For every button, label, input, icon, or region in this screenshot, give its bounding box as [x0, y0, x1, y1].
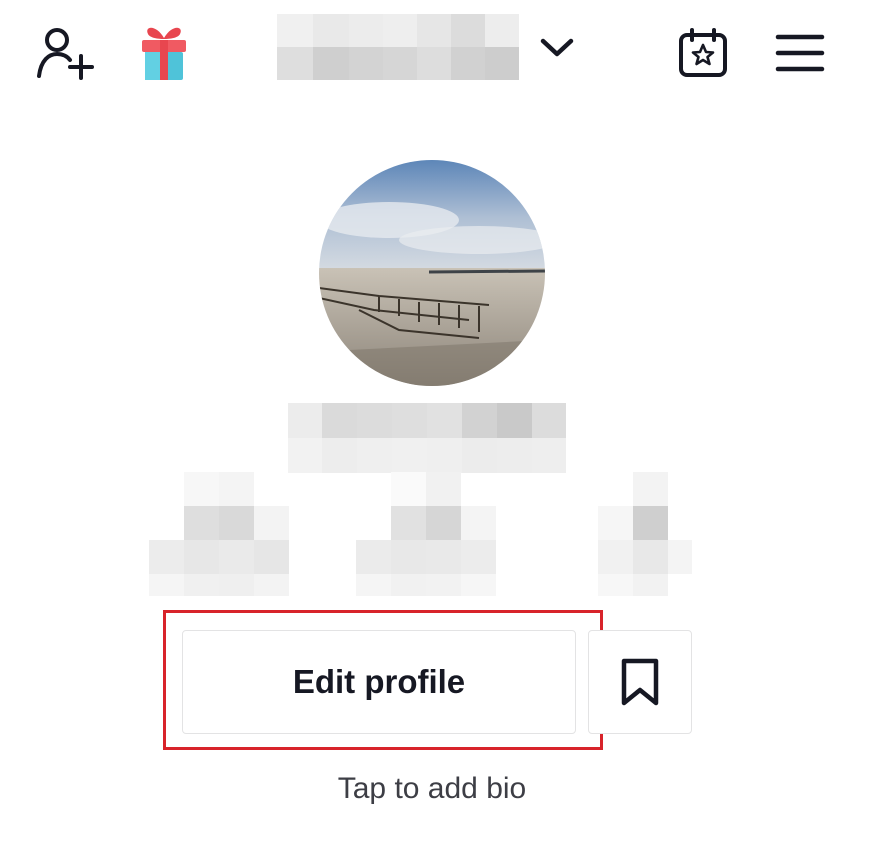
avatar[interactable]	[319, 160, 545, 386]
stat-following[interactable]	[149, 472, 291, 596]
avatar-photo	[319, 160, 545, 386]
display-name	[288, 403, 566, 473]
stat-likes[interactable]	[598, 472, 692, 596]
calendar-star-icon	[679, 28, 727, 77]
add-bio-prompt[interactable]: Tap to add bio	[0, 772, 864, 806]
add-user-icon	[37, 28, 94, 80]
events-calendar-button[interactable]	[670, 24, 736, 82]
gift-icon	[142, 27, 186, 80]
bookmark-icon	[621, 658, 659, 706]
edit-profile-label: Edit profile	[292, 663, 466, 700]
chevron-down-icon	[540, 38, 574, 57]
hamburger-menu-icon	[775, 34, 825, 72]
account-switcher[interactable]	[277, 14, 577, 80]
gift-button[interactable]	[132, 20, 196, 86]
username-text	[277, 14, 529, 80]
menu-button[interactable]	[768, 24, 832, 82]
add-friend-button[interactable]	[30, 22, 100, 84]
stat-followers[interactable]	[356, 472, 498, 596]
favorites-button[interactable]	[588, 630, 692, 734]
edit-profile-button[interactable]: Edit profile	[182, 630, 576, 734]
